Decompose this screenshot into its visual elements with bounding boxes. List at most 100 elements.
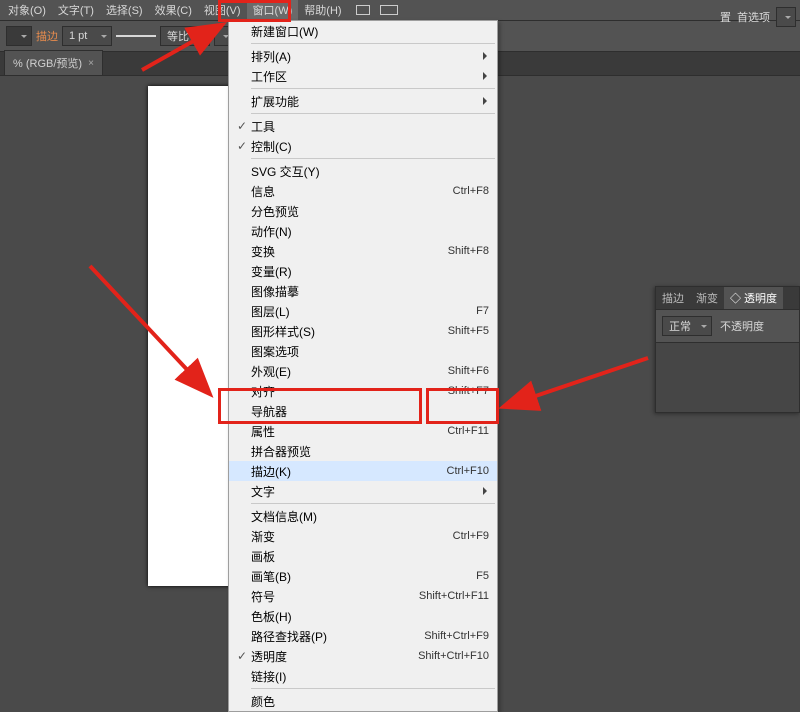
menu-item[interactable]: 链接(I) [229, 666, 497, 686]
menu-item-label: 变量(R) [251, 263, 489, 280]
menu-item[interactable]: 扩展功能 [229, 91, 497, 111]
layout-icon[interactable] [380, 5, 398, 15]
menu-item-label: 颜色 [251, 693, 489, 710]
menu-item-label: 文档信息(M) [251, 508, 489, 525]
menu-item-label: 文字 [251, 483, 489, 500]
menu-item[interactable]: 文档信息(M) [229, 506, 497, 526]
menu-item[interactable]: ✓工具 [229, 116, 497, 136]
menu-item-label: 图案选项 [251, 343, 489, 360]
tab-label: % (RGB/预览) [13, 55, 82, 71]
menu-item-label: 符号 [251, 588, 419, 605]
stroke-weight[interactable]: 1 pt [62, 26, 112, 46]
menu-item[interactable]: ✓控制(C) [229, 136, 497, 156]
doc-setup-btn[interactable]: 置 [720, 9, 731, 25]
prefs-dropdown[interactable] [776, 7, 796, 27]
menu-item[interactable]: 描边(K)Ctrl+F10 [229, 461, 497, 481]
menu-item[interactable]: SVG 交互(Y) [229, 161, 497, 181]
stroke-label: 描边 [36, 28, 58, 44]
menu-item-label: 图像描摹 [251, 283, 489, 300]
preferences-btn[interactable]: 首选项 [737, 9, 770, 25]
menu-item[interactable]: 图形样式(S)Shift+F5 [229, 321, 497, 341]
menu-item-label: 分色预览 [251, 203, 489, 220]
menu-item[interactable]: 文字 [229, 481, 497, 501]
menu-separator [251, 43, 495, 44]
menu-item[interactable]: 分色预览 [229, 201, 497, 221]
menu-item[interactable]: 信息Ctrl+F8 [229, 181, 497, 201]
menu-item-label: 信息 [251, 183, 453, 200]
check-icon: ✓ [233, 119, 251, 133]
menu-item-label: 拼合器预览 [251, 443, 489, 460]
menu-item-label: 变换 [251, 243, 448, 260]
menu-item-label: 图形样式(S) [251, 323, 448, 340]
fill-swatch[interactable] [6, 26, 32, 46]
control-bar-right: 置 首选项 [720, 6, 800, 28]
menu-item[interactable]: 画笔(B)F5 [229, 566, 497, 586]
menu-item[interactable]: 图层(L)F7 [229, 301, 497, 321]
menu-item[interactable]: 颜色 [229, 691, 497, 711]
menu-item-shortcut: Ctrl+F9 [453, 530, 489, 542]
menu-effect[interactable]: 效果(C) [149, 0, 198, 20]
layout-icon[interactable] [356, 5, 370, 15]
annotation-box [426, 388, 499, 424]
document-tab[interactable]: % (RGB/预览) × [4, 50, 103, 75]
menu-item-label: 控制(C) [251, 138, 489, 155]
menu-item-shortcut: Shift+F6 [448, 365, 489, 377]
menu-text[interactable]: 文字(T) [52, 0, 100, 20]
submenu-arrow-icon [483, 72, 491, 80]
menu-item-label: 动作(N) [251, 223, 489, 240]
menu-item-shortcut: Ctrl+F10 [447, 465, 490, 477]
transparency-panel: 描边 渐变 ◇ 透明度 正常 不透明度 [655, 286, 800, 413]
menu-item[interactable]: 拼合器预览 [229, 441, 497, 461]
menu-item[interactable]: 画板 [229, 546, 497, 566]
menu-item-label: 链接(I) [251, 668, 489, 685]
panel-tab-stroke[interactable]: 描边 [656, 287, 690, 309]
menu-item[interactable]: 变量(R) [229, 261, 497, 281]
annotation-arrow [90, 266, 220, 406]
menu-separator [251, 88, 495, 89]
menu-item-label: 透明度 [251, 648, 418, 665]
menu-item-shortcut: Shift+Ctrl+F10 [418, 650, 489, 662]
menu-item[interactable]: 图案选项 [229, 341, 497, 361]
menu-item-shortcut: Shift+F5 [448, 325, 489, 337]
menubar: 对象(O) 文字(T) 选择(S) 效果(C) 视图(V) 窗口(W) 帮助(H… [0, 0, 800, 20]
annotation-arrow [142, 22, 242, 72]
menu-item-shortcut: Ctrl+F11 [447, 425, 489, 437]
menu-item-shortcut: F7 [476, 305, 489, 317]
panel-tab-transparency[interactable]: ◇ 透明度 [724, 287, 783, 309]
menu-item-label: 属性 [251, 423, 447, 440]
panel-tab-gradient[interactable]: 渐变 [690, 287, 724, 309]
menu-item-label: 渐变 [251, 528, 453, 545]
menu-item[interactable]: 色板(H) [229, 606, 497, 626]
panel-preview [656, 342, 799, 412]
panel-tabs: 描边 渐变 ◇ 透明度 [656, 287, 799, 310]
menu-item[interactable]: 渐变Ctrl+F9 [229, 526, 497, 546]
menu-item-label: SVG 交互(Y) [251, 163, 489, 180]
menu-item[interactable]: 外观(E)Shift+F6 [229, 361, 497, 381]
menu-item[interactable]: ✓透明度Shift+Ctrl+F10 [229, 646, 497, 666]
opacity-label: 不透明度 [720, 318, 764, 334]
close-icon[interactable]: × [88, 58, 94, 69]
check-icon: ✓ [233, 649, 251, 663]
annotation-box [218, 0, 291, 22]
menu-help[interactable]: 帮助(H) [298, 0, 347, 20]
menu-item-label: 图层(L) [251, 303, 476, 320]
menu-item[interactable]: 动作(N) [229, 221, 497, 241]
menu-select[interactable]: 选择(S) [100, 0, 149, 20]
menu-item[interactable]: 工作区 [229, 66, 497, 86]
menu-item-label: 工具 [251, 118, 489, 135]
window-menu: 新建窗口(W)排列(A)工作区扩展功能✓工具✓控制(C)SVG 交互(Y)信息C… [228, 20, 498, 712]
menu-item-label: 画笔(B) [251, 568, 476, 585]
menu-item[interactable]: 路径查找器(P)Shift+Ctrl+F9 [229, 626, 497, 646]
menu-item[interactable]: 变换Shift+F8 [229, 241, 497, 261]
menu-item-shortcut: F5 [476, 570, 489, 582]
menu-item-label: 扩展功能 [251, 93, 489, 110]
menu-item[interactable]: 符号Shift+Ctrl+F11 [229, 586, 497, 606]
menu-object[interactable]: 对象(O) [2, 0, 52, 20]
annotation-box [218, 388, 422, 424]
blend-mode[interactable]: 正常 [662, 316, 712, 336]
menu-item[interactable]: 新建窗口(W) [229, 21, 497, 41]
menu-item[interactable]: 排列(A) [229, 46, 497, 66]
menu-item[interactable]: 图像描摹 [229, 281, 497, 301]
menu-item[interactable]: 属性Ctrl+F11 [229, 421, 497, 441]
menu-item-label: 描边(K) [251, 463, 447, 480]
